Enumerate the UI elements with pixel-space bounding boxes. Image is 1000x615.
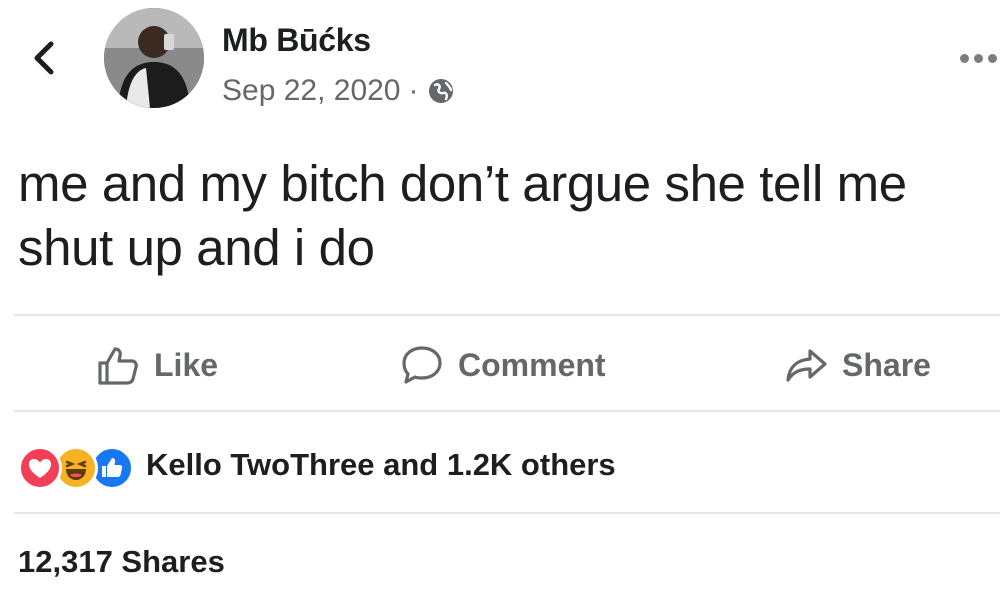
avatar-photo	[104, 8, 204, 108]
more-dot-icon	[960, 53, 969, 63]
divider	[14, 314, 1000, 316]
reactions-summary[interactable]: Kello TwoThree and 1.2K others	[18, 442, 616, 490]
share-label: Share	[842, 346, 931, 383]
post-header: Mb Būćks Sep 22, 2020 ·	[0, 0, 1000, 120]
divider	[14, 512, 1000, 514]
reactions-summary-text: Kello TwoThree and 1.2K others	[146, 447, 616, 482]
post-text: me and my bitch don’t argue she tell me …	[18, 155, 907, 276]
share-button[interactable]: Share	[784, 340, 931, 390]
like-button[interactable]: Like	[96, 340, 218, 390]
reaction-icons	[18, 442, 146, 490]
chevron-left-icon	[34, 41, 54, 75]
divider	[14, 410, 1000, 412]
more-dot-icon	[974, 53, 983, 63]
share-arrow-icon	[786, 349, 827, 382]
avatar[interactable]	[104, 8, 204, 108]
post-date[interactable]: Sep 22, 2020	[222, 74, 401, 108]
comment-icon	[402, 346, 442, 384]
author-name[interactable]: Mb Būćks	[222, 22, 371, 59]
love-icon	[18, 446, 62, 490]
back-button[interactable]	[26, 38, 62, 78]
comment-label: Comment	[458, 346, 606, 383]
shares-count[interactable]: 12,317 Shares	[18, 544, 225, 580]
globe-icon	[428, 79, 453, 103]
action-bar: Like Comment Share	[0, 318, 1000, 412]
more-dot-icon	[988, 53, 997, 63]
like-label: Like	[154, 346, 219, 383]
comment-button[interactable]: Comment	[400, 340, 606, 390]
thumbs-up-icon	[98, 347, 138, 385]
post-meta: Sep 22, 2020 ·	[222, 74, 455, 108]
meta-separator: ·	[408, 74, 419, 107]
more-options-button[interactable]	[960, 48, 1000, 68]
